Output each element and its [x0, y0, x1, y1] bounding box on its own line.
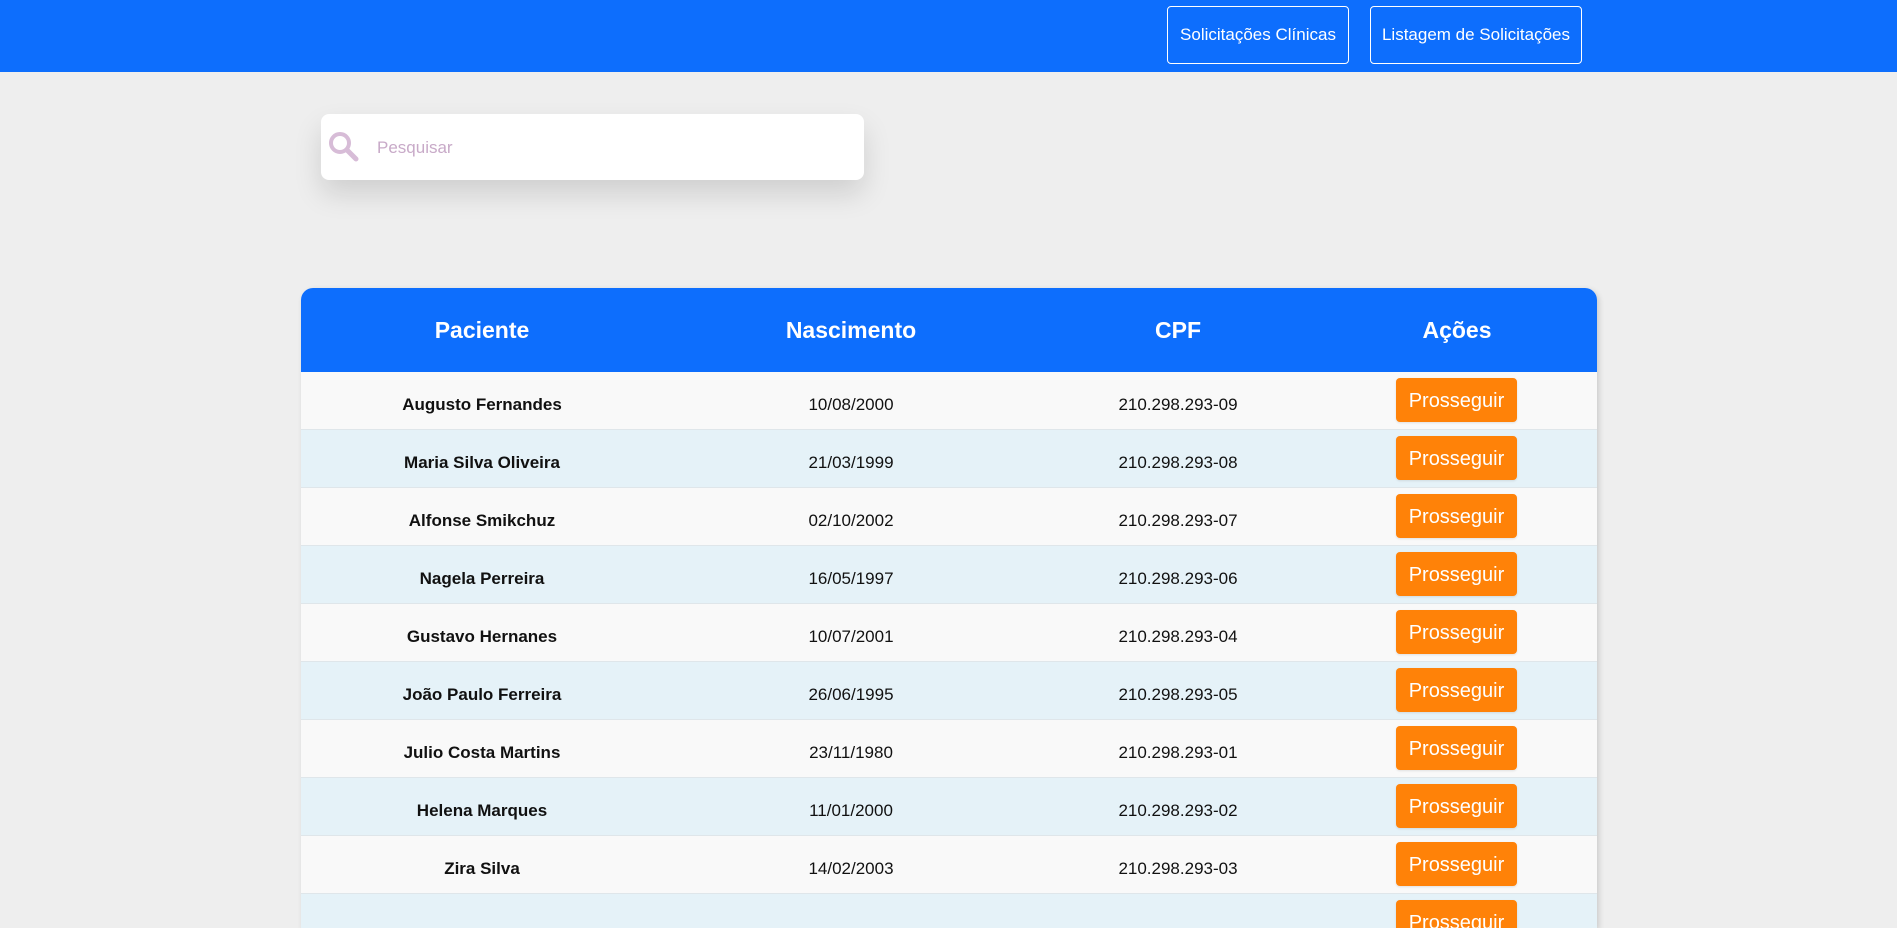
patient-birth-date: 10/07/2001: [808, 627, 894, 646]
patient-cpf: 210.298.293-01: [1118, 743, 1238, 762]
prosseguir-button[interactable]: Prosseguir: [1396, 552, 1517, 596]
patient-cpf: 210.298.293-06: [1118, 569, 1238, 588]
table-row: Augusto Fernandes 10/08/2000 210.298.293-0…: [301, 372, 1597, 430]
column-header-cpf: CPF: [1155, 317, 1201, 343]
table-row: Zira Silva 14/02/2003 210.298.293-03 Prosse…: [301, 836, 1597, 894]
table-row: Julio Costa Martins 23/11/1980 210.298.293…: [301, 720, 1597, 778]
patient-birth-date: 14/02/2003: [808, 859, 894, 878]
prosseguir-button[interactable]: Prosseguir: [1396, 610, 1517, 654]
search-input[interactable]: [375, 128, 849, 168]
table-header: Paciente Nascimento CPF Ações: [301, 288, 1597, 372]
table-row: Nagela Perreira 16/05/1997 210.298.293-06 P…: [301, 546, 1597, 604]
patient-birth-date: 21/03/1999: [808, 453, 894, 472]
table-row: Helena Marques 11/01/2000 210.298.293-02 Pr…: [301, 778, 1597, 836]
patient-cpf: 210.298.293-02: [1118, 801, 1238, 820]
patient-birth-date: [663, 894, 1039, 928]
column-header-nascimento: Nascimento: [785, 317, 917, 343]
prosseguir-button[interactable]: Prosseguir: [1396, 378, 1517, 422]
search-box: [321, 114, 864, 180]
table-row: Prosseguir: [301, 894, 1597, 928]
patient-name: Zira Silva: [444, 859, 520, 878]
patient-cpf: 210.298.293-03: [1118, 859, 1238, 878]
patient-name: Alfonse Smikchuz: [408, 511, 556, 530]
patient-name: Helena Marques: [416, 801, 548, 820]
prosseguir-button[interactable]: Prosseguir: [1396, 900, 1517, 928]
patient-cpf: 210.298.293-05: [1118, 685, 1238, 704]
patient-name: Maria Silva Oliveira: [404, 453, 560, 472]
patient-name: Julio Costa Martins: [403, 743, 561, 762]
patients-table: Paciente Nascimento CPF Ações Augusto Fe…: [301, 288, 1597, 928]
prosseguir-button[interactable]: Prosseguir: [1396, 784, 1517, 828]
search-icon: [327, 130, 361, 164]
prosseguir-button[interactable]: Prosseguir: [1396, 494, 1517, 538]
table-body: Augusto Fernandes 10/08/2000 210.298.293-0…: [301, 372, 1597, 928]
prosseguir-button[interactable]: Prosseguir: [1396, 668, 1517, 712]
nav-listagem-solicitacoes-button[interactable]: Listagem de Solicitações: [1370, 6, 1582, 64]
patient-birth-date: 11/01/2000: [809, 801, 893, 820]
patient-name: [301, 894, 663, 928]
patient-birth-date: 26/06/1995: [808, 685, 894, 704]
prosseguir-button[interactable]: Prosseguir: [1396, 726, 1517, 770]
top-navbar: Solicitações Clínicas Listagem de Solici…: [0, 0, 1897, 72]
column-header-paciente: Paciente: [434, 317, 530, 343]
patient-cpf: 210.298.293-08: [1118, 453, 1238, 472]
column-header-acoes: Ações: [1422, 317, 1492, 343]
patient-cpf: [1039, 894, 1317, 928]
nav-solicitacoes-clinicas-button[interactable]: Solicitações Clínicas: [1167, 6, 1349, 64]
patient-cpf: 210.298.293-04: [1118, 627, 1238, 646]
patient-name: Gustavo Hernanes: [406, 627, 558, 646]
table-row: Alfonse Smikchuz 02/10/2002 210.298.293-07…: [301, 488, 1597, 546]
patient-birth-date: 16/05/1997: [808, 569, 894, 588]
table-row: Gustavo Hernanes 10/07/2001 210.298.293-04…: [301, 604, 1597, 662]
table-row: João Paulo Ferreira 26/06/1995 210.298.293…: [301, 662, 1597, 720]
patient-name: Augusto Fernandes: [402, 395, 562, 414]
patient-name: João Paulo Ferreira: [402, 685, 562, 704]
prosseguir-button[interactable]: Prosseguir: [1396, 842, 1517, 886]
patient-birth-date: 02/10/2002: [808, 511, 894, 530]
table-row: Maria Silva Oliveira 21/03/1999 210.298.29…: [301, 430, 1597, 488]
patient-cpf: 210.298.293-07: [1118, 511, 1238, 530]
patient-name: Nagela Perreira: [419, 569, 545, 588]
prosseguir-button[interactable]: Prosseguir: [1396, 436, 1517, 480]
patient-birth-date: 23/11/1980: [809, 743, 893, 762]
patient-cpf: 210.298.293-09: [1118, 395, 1238, 414]
patient-birth-date: 10/08/2000: [808, 395, 894, 414]
